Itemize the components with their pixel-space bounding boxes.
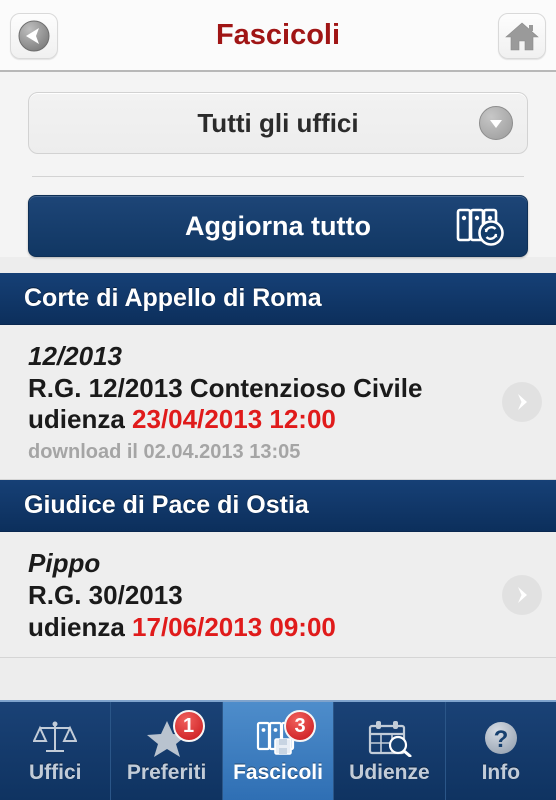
badge-count: 1 <box>172 710 205 742</box>
list-item[interactable]: 12/2013 R.G. 12/2013 Contenzioso Civile … <box>0 325 556 481</box>
back-button[interactable] <box>10 13 58 59</box>
row-hearing: udienza 17/06/2013 09:00 <box>28 612 486 644</box>
row-main: R.G. 30/2013 <box>28 579 183 610</box>
fascicoli-list[interactable]: Corte di Appello di Roma 12/2013 R.G. 12… <box>0 273 556 700</box>
office-filter-select[interactable]: Tutti gli uffici <box>28 92 528 154</box>
row-main: R.G. 12/2013 Contenzioso Civile <box>28 372 423 403</box>
tab-preferiti[interactable]: Preferiti 1 <box>111 702 223 800</box>
tab-udienze[interactable]: Udienze <box>334 702 446 800</box>
section-title: Corte di Appello di Roma <box>24 284 322 312</box>
toolbar-divider <box>32 176 524 177</box>
row-hearing-value: 17/06/2013 09:00 <box>132 611 336 642</box>
section-title: Giudice di Pace di Ostia <box>24 491 309 520</box>
update-all-label: Aggiorna tutto <box>185 210 371 241</box>
chevron-right-icon[interactable] <box>502 574 542 615</box>
page-title: Fascicoli <box>215 18 341 51</box>
scales-of-justice-icon <box>32 717 78 757</box>
question-mark-icon: ? <box>478 717 524 757</box>
chevron-down-icon[interactable] <box>479 106 513 140</box>
tab-label: Udienze <box>349 761 430 784</box>
row-code: 12/2013 <box>28 341 122 371</box>
home-icon <box>505 22 539 51</box>
tab-fascicoli[interactable]: Fascicoli 3 <box>222 702 335 800</box>
tab-label: Info <box>481 761 521 784</box>
row-code: Pippo <box>28 548 101 579</box>
tab-label: Preferiti <box>126 761 207 784</box>
list-item[interactable]: Pippo R.G. 30/2013 udienza 17/06/2013 09… <box>0 532 556 659</box>
svg-text:?: ? <box>493 726 508 753</box>
row-hearing-label: udienza <box>28 404 125 435</box>
row-hearing: udienza 23/04/2013 12:00 <box>28 404 486 436</box>
tab-bar: Uffici Preferiti 1 Fascicoli 3 Udienze ?… <box>0 700 556 800</box>
tab-label: Uffici <box>28 761 82 784</box>
back-arrow-icon <box>18 20 50 52</box>
tab-info[interactable]: ? Info <box>445 702 556 800</box>
filter-toolbar: Tutti gli uffici Aggiorna tutto <box>0 72 556 257</box>
home-button[interactable] <box>498 13 546 59</box>
badge-count: 3 <box>284 710 317 742</box>
update-all-button[interactable]: Aggiorna tutto <box>28 195 528 257</box>
folders-refresh-icon <box>455 205 507 247</box>
row-hearing-label: udienza <box>28 611 125 642</box>
navigation-bar: Fascicoli <box>0 0 556 72</box>
row-hearing-value: 23/04/2013 12:00 <box>132 404 336 435</box>
tab-uffici[interactable]: Uffici <box>0 702 112 800</box>
app-screen: Fascicoli Tutti gli uffici Aggiorna tutt… <box>0 0 556 800</box>
calendar-search-icon <box>366 717 412 757</box>
row-download-info: download il 02.04.2013 13:05 <box>28 441 301 464</box>
office-filter-value: Tutti gli uffici <box>197 107 359 138</box>
section-header: Giudice di Pace di Ostia <box>0 480 556 533</box>
chevron-right-icon[interactable] <box>502 382 542 423</box>
section-header: Corte di Appello di Roma <box>0 273 556 325</box>
tab-label: Fascicoli <box>233 761 323 784</box>
